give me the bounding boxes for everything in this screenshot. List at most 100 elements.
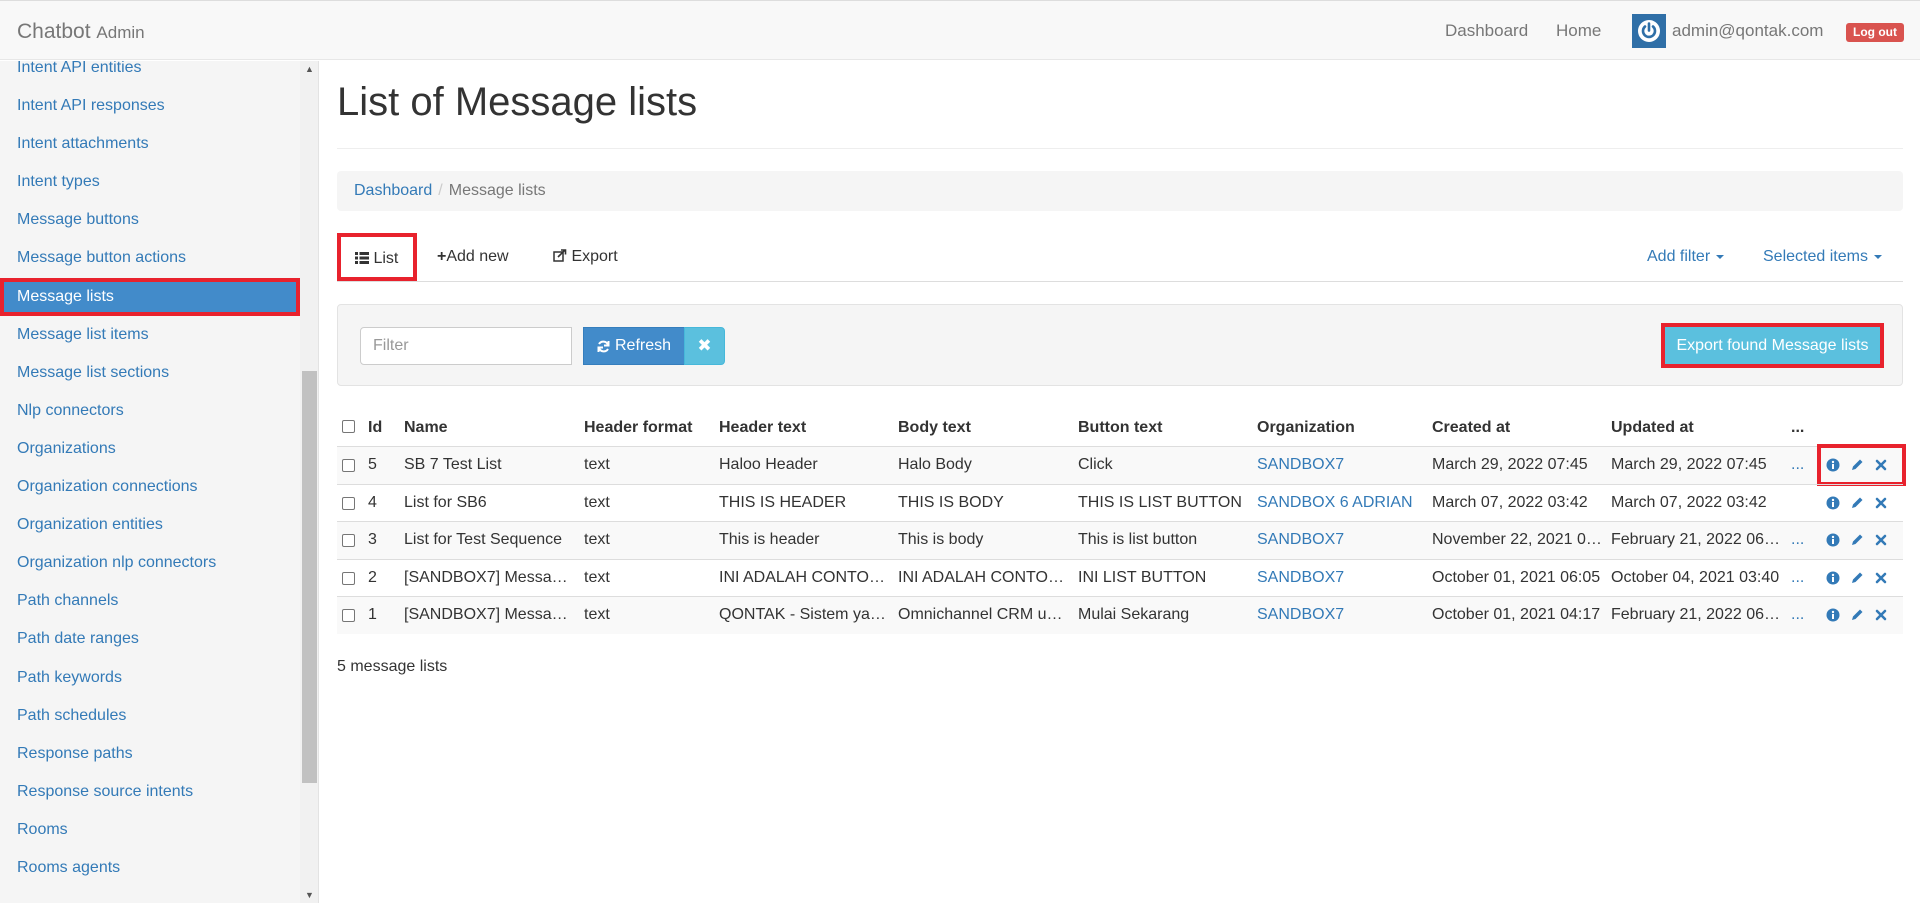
brand-link[interactable]: Chatbot Admin [17, 20, 145, 44]
sidebar-item-path-keywords[interactable]: Path keywords [0, 659, 300, 697]
column-created-at[interactable]: Created at [1432, 410, 1602, 446]
delete-icon[interactable] [1873, 532, 1889, 548]
sidebar-item-path-schedules[interactable]: Path schedules [0, 697, 300, 735]
row-checkbox[interactable] [342, 496, 355, 510]
edit-icon[interactable] [1849, 607, 1865, 623]
row-checkbox[interactable] [342, 609, 355, 622]
caret-down-icon [1873, 254, 1882, 259]
breadcrumb-dashboard-link[interactable]: Dashboard [354, 182, 432, 199]
column-name[interactable]: Name [404, 410, 574, 446]
sidebar-item-response-paths[interactable]: Response paths [0, 735, 300, 773]
refresh-button[interactable]: Refresh [583, 327, 685, 365]
sidebar-item-organization-entities[interactable]: Organization entities [0, 506, 300, 544]
column-body-text[interactable]: Body text [898, 410, 1068, 446]
sidebar-item-intent-api-responses[interactable]: Intent API responses [0, 87, 300, 125]
sidebar-item-organization-connections[interactable]: Organization connections [0, 468, 300, 506]
column-id[interactable]: Id [368, 410, 398, 446]
user-avatar[interactable] [1632, 14, 1666, 48]
scroll-up-arrow-icon[interactable]: ▲ [300, 61, 318, 77]
cell-organization[interactable]: SANDBOX7 [1257, 522, 1427, 558]
sidebar-item-rooms[interactable]: Rooms [0, 811, 300, 849]
column-updated-at[interactable]: Updated at [1611, 410, 1781, 446]
cell-organization[interactable]: SANDBOX7 [1257, 560, 1427, 596]
row-actions [1820, 522, 1903, 558]
edit-icon[interactable] [1849, 570, 1865, 586]
column-organization[interactable]: Organization [1257, 410, 1427, 446]
row-actions [1817, 444, 1906, 486]
clear-filter-button[interactable]: ✖ [684, 327, 725, 365]
power-icon [1638, 20, 1660, 42]
info-icon[interactable] [1825, 570, 1841, 586]
logout-button[interactable]: Log out [1846, 23, 1904, 42]
info-icon[interactable] [1825, 457, 1841, 473]
scroll-down-arrow-icon[interactable]: ▼ [300, 887, 318, 903]
sidebar-item-intent-attachments[interactable]: Intent attachments [0, 125, 300, 163]
delete-icon[interactable] [1873, 570, 1889, 586]
sidebar-item-message-button-actions[interactable]: Message button actions [0, 239, 300, 277]
tab-add-new[interactable]: +Add new [437, 232, 509, 282]
cell-updated-at: March 07, 2022 03:42 [1611, 493, 1767, 511]
delete-icon[interactable] [1873, 457, 1889, 473]
cell-button-text: Click [1078, 456, 1113, 473]
info-icon[interactable] [1825, 607, 1841, 623]
row-checkbox[interactable] [342, 534, 355, 547]
nav-dashboard-link[interactable]: Dashboard [1445, 21, 1528, 41]
edit-icon[interactable] [1849, 532, 1865, 548]
sidebar-item-intent-api-entities[interactable]: Intent API entities [0, 61, 300, 87]
add-filter-dropdown[interactable]: Add filter [1647, 232, 1725, 282]
cell-organization[interactable]: SANDBOX7 [1257, 597, 1427, 633]
list-icon [355, 252, 369, 264]
cell-header-format: text [584, 606, 610, 623]
export-found-button[interactable]: Export found Message lists [1661, 323, 1884, 368]
info-icon[interactable] [1825, 495, 1841, 511]
breadcrumb-separator: / [438, 182, 443, 199]
table-header: Id Name Header format Header text Body t… [337, 410, 1903, 446]
plus-icon: + [437, 248, 447, 265]
sidebar-item-intent-types[interactable]: Intent types [0, 163, 300, 201]
sidebar-scrollbar[interactable]: ▲ ▼ [300, 61, 318, 903]
cell-button-text: This is list button [1078, 531, 1198, 548]
row-checkbox[interactable] [342, 571, 355, 585]
tab-export-label: Export [571, 248, 618, 265]
cell-created-at: November 22, 2021 0… [1432, 531, 1602, 548]
cell-organization[interactable]: SANDBOX7 [1257, 447, 1427, 483]
sidebar-item-response-source-intents[interactable]: Response source intents [0, 773, 300, 811]
delete-icon[interactable] [1873, 607, 1889, 623]
column-header-text[interactable]: Header text [719, 410, 889, 446]
sidebar-item-path-channels[interactable]: Path channels [0, 582, 300, 620]
delete-icon[interactable] [1873, 495, 1889, 511]
tab-export[interactable]: Export [553, 232, 618, 282]
edit-icon[interactable] [1849, 495, 1865, 511]
tab-list[interactable]: List [337, 233, 417, 281]
row-checkbox[interactable] [342, 459, 355, 472]
sidebar-item-nlp-connectors[interactable]: Nlp connectors [0, 392, 300, 430]
selected-items-dropdown[interactable]: Selected items [1763, 232, 1882, 282]
info-icon[interactable] [1825, 532, 1841, 548]
edit-icon[interactable] [1849, 457, 1865, 473]
breadcrumb: Dashboard / Message lists [337, 171, 1903, 211]
cell-header-text: Haloo Header [719, 456, 818, 473]
select-all-checkbox[interactable] [342, 420, 355, 433]
scroll-thumb[interactable] [302, 371, 317, 783]
tab-list-label: List [373, 250, 399, 267]
user-email-link[interactable]: admin@qontak.com [1672, 21, 1823, 41]
cell-name: [SANDBOX7] Messa… [404, 568, 568, 586]
cell-name: List for SB6 [404, 493, 487, 511]
nav-home-link[interactable]: Home [1556, 21, 1601, 41]
sidebar-item-message-lists[interactable]: Message lists [0, 277, 300, 316]
sidebar-item-message-buttons[interactable]: Message buttons [0, 201, 300, 239]
cell-name: List for Test Sequence [404, 531, 563, 548]
cell-body-text: Omnichannel CRM u… [898, 606, 1063, 623]
sidebar: Intent API entities Intent API responses I… [0, 61, 319, 903]
sidebar-item-path-date-ranges[interactable]: Path date ranges [0, 620, 300, 658]
sidebar-item-organization-nlp-connectors[interactable]: Organization nlp connectors [0, 544, 300, 582]
cell-more [1791, 485, 1811, 521]
column-button-text[interactable]: Button text [1078, 410, 1248, 446]
sidebar-item-message-list-sections[interactable]: Message list sections [0, 354, 300, 392]
sidebar-item-organizations[interactable]: Organizations [0, 430, 300, 468]
sidebar-item-rooms-agents[interactable]: Rooms agents [0, 849, 300, 887]
cell-organization[interactable]: SANDBOX 6 ADRIAN [1257, 485, 1427, 521]
sidebar-item-message-list-items[interactable]: Message list items [0, 316, 300, 354]
cell-header-format: text [584, 456, 610, 473]
filter-input[interactable] [360, 327, 572, 365]
